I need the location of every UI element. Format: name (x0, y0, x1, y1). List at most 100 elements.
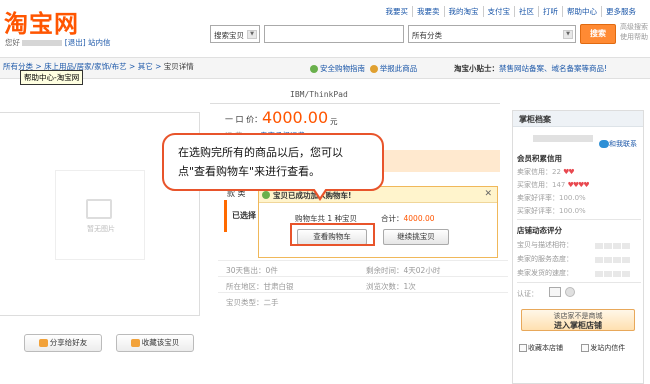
send-message-label: 发站内信件 (590, 344, 626, 352)
nav-sell[interactable]: 我要卖 (413, 6, 445, 17)
advanced-search-link[interactable]: 高级搜索 使用帮助 (620, 22, 648, 42)
nav-community[interactable]: 社区 (515, 6, 539, 17)
chevron-down-icon: ▼ (563, 30, 573, 39)
check-icon (262, 191, 270, 199)
search-button[interactable]: 搜索 (580, 24, 616, 44)
enter-shop-button[interactable]: 该店家不是商城 进入掌柜店铺 (521, 309, 635, 331)
wangwang-icon (599, 140, 609, 148)
image-icon (86, 199, 112, 219)
continue-shopping-button[interactable]: 继续挑宝贝 (383, 229, 449, 245)
bookmark-icon (519, 344, 527, 352)
item-type: 宝贝类型：二手 (226, 298, 279, 307)
category-value: 所有分类 (412, 31, 442, 40)
tips-link[interactable]: 禁售网站备案、域名备案等商品! (499, 64, 607, 73)
breadcrumb-other[interactable]: 其它 (138, 62, 153, 71)
send-message-link[interactable]: 发站内信件 (581, 344, 633, 352)
tooltip: 帮助中心-淘宝网 (20, 70, 84, 85)
seller-rate-label: 卖家好评率： (517, 194, 559, 202)
chevron-down-icon: ▼ (247, 30, 257, 39)
taobao-tips: 淘宝小贴士：禁售网站备案、域名备案等商品! (454, 63, 607, 74)
selected-label: 已选择 (232, 211, 256, 220)
dsr-bar (595, 270, 639, 277)
buyer-rate: 买家好评率：100.0% (517, 206, 586, 216)
divider (517, 282, 641, 283)
no-image-placeholder: 暂无图片 (55, 170, 145, 260)
search-input[interactable] (264, 25, 404, 43)
share-label: 分享给好友 (49, 338, 88, 347)
dsr-description: 宝贝与描述相符： (517, 241, 573, 249)
dsr-title: 店铺动态评分 (517, 226, 562, 235)
shop-links: 收藏本店铺 发站内信件 (519, 343, 641, 353)
dsr-bar (595, 256, 639, 263)
shop-btn-label: 进入掌柜店铺 (554, 321, 602, 330)
divider (218, 276, 508, 277)
search-scope-select[interactable]: 搜索宝贝 ▼ (210, 25, 260, 43)
buyer-credit: 买家信用：147 ♥♥♥♥ (517, 180, 590, 190)
buyer-credit-label: 买家信用： (517, 181, 552, 189)
view-count: 浏览次数：1次 (366, 282, 416, 291)
nav-help[interactable]: 帮助中心 (563, 6, 602, 17)
favorite-shop-link[interactable]: 收藏本店铺 (519, 344, 571, 352)
nav-buy[interactable]: 我要买 (382, 6, 413, 17)
nav-ask[interactable]: 打听 (539, 6, 563, 17)
seller-credit-label: 卖家信用： (517, 168, 552, 176)
shield-icon (310, 65, 318, 73)
nav-alipay[interactable]: 支付宝 (484, 6, 515, 17)
report-icon (369, 65, 378, 73)
seller-credit: 卖家信用：22 ♥♥ (517, 167, 575, 177)
divider (218, 292, 508, 293)
seller-credit-value: 22 (552, 168, 561, 176)
seller-name-redacted (533, 135, 593, 142)
wangwang-label: 和我联系 (609, 140, 637, 148)
callout-tail-inner (314, 188, 326, 197)
favorite-icon (130, 339, 140, 347)
price-value: 4000.00 (262, 108, 329, 127)
buyer-rate-label: 买家好评率： (517, 207, 559, 215)
add-to-cart-popup: 宝贝已成功加入购物车! ✕ 购物车共 1 种宝贝 合计：4000.00 查看购物… (258, 186, 498, 258)
location: 所在地区：甘肃白银 (226, 282, 294, 291)
view-cart-highlight (290, 223, 375, 246)
favorite-shop-label: 收藏本店铺 (528, 344, 563, 352)
wangwang-contact[interactable]: 和我联系 (599, 139, 637, 149)
dsr-service: 卖家的服务态度： (517, 255, 573, 263)
search-bar: 搜索宝贝 ▼ 所有分类 ▼ 搜索 高级搜索 使用帮助 (210, 22, 650, 45)
nav-more[interactable]: 更多服务 (602, 6, 640, 17)
id-card-icon (549, 287, 561, 297)
tips-label: 淘宝小贴士： (454, 64, 499, 73)
sales-count: 30天售出：0件 (226, 266, 278, 275)
price-unit: 元 (330, 117, 338, 126)
taobao-logo[interactable]: 淘宝网 (4, 4, 79, 39)
favorite-label: 收藏该宝贝 (141, 338, 180, 347)
nav-my-taobao[interactable]: 我的淘宝 (445, 6, 484, 17)
heart-icon: ♥♥ (563, 168, 575, 176)
seller-rate: 卖家好评率：100.0% (517, 193, 586, 203)
report-link[interactable]: 举报此商品 (380, 64, 418, 73)
price-label: 一 口 价： (225, 115, 263, 124)
selection-marker (224, 200, 227, 232)
divider (517, 219, 641, 220)
favorite-button[interactable]: 收藏该宝贝 (116, 334, 194, 352)
no-image-caption: 暂无图片 (87, 225, 115, 233)
buyer-credit-value: 147 (552, 181, 566, 189)
share-button[interactable]: 分享给好友 (24, 334, 102, 352)
messages-link[interactable]: 站内信 (88, 38, 111, 47)
cart-total: 合计：4000.00 (381, 213, 435, 224)
safe-shopping-link[interactable]: 安全购物指南 (320, 64, 365, 73)
user-greeting: 您好 [退出] 站内信 (5, 37, 111, 48)
seller-panel: 掌柜档案 和我联系 会员积累信用 卖家信用：22 ♥♥ 买家信用：147 ♥♥♥… (512, 110, 644, 384)
credit-title: 会员积累信用 (517, 154, 562, 163)
remaining-time: 剩余时间：4天02小时 (366, 266, 441, 275)
mail-icon (581, 344, 590, 352)
product-title: IBM/ThinkPad (290, 90, 348, 99)
top-nav: 我要买 我要卖 我的淘宝 支付宝 社区 打听 帮助中心 更多服务 (382, 6, 641, 17)
tutorial-callout: 在选购完所有的商品以后，您可以 点"查看购物车"来进行查看。 (162, 133, 384, 191)
buyer-rate-value: 100.0% (559, 207, 586, 215)
logout-link[interactable]: [退出] (65, 38, 86, 47)
search-scope-value: 搜索宝贝 (214, 31, 244, 40)
category-select[interactable]: 所有分类 ▼ (408, 25, 576, 43)
seller-rate-value: 100.0% (559, 194, 586, 202)
seller-panel-title: 掌柜档案 (513, 111, 643, 127)
username-redacted (22, 40, 63, 46)
guide-links: 安全购物指南 举报此商品 (310, 63, 417, 74)
close-icon[interactable]: ✕ (484, 189, 492, 199)
